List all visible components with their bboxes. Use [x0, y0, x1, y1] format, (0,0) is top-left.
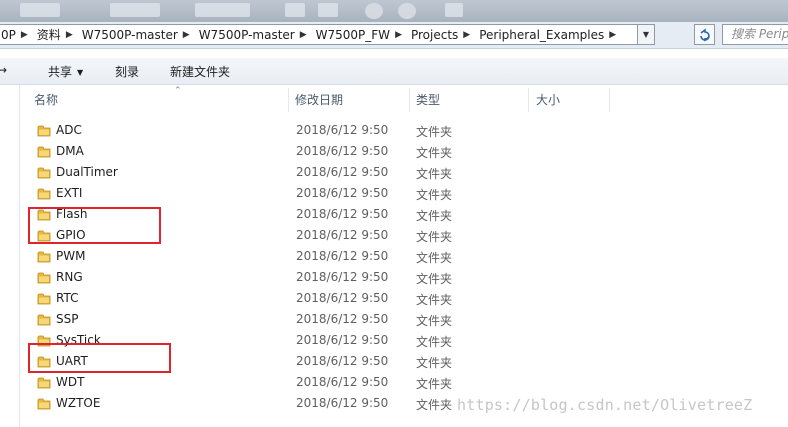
column-divider[interactable] — [609, 88, 610, 112]
file-type: 文件夹 — [416, 335, 453, 349]
file-type: 文件夹 — [416, 293, 453, 307]
breadcrumb-item[interactable]: W7500P_FW — [312, 28, 394, 42]
burn-button[interactable]: 刻录 — [115, 63, 139, 80]
file-name[interactable]: WZTOE — [56, 396, 100, 410]
command-toolbar: → 共享 ▼ 刻录 新建文件夹 — [0, 58, 788, 85]
folder-icon — [37, 314, 51, 326]
address-history-dropdown-icon[interactable]: ▼ — [637, 24, 655, 45]
breadcrumb-chevron-icon[interactable]: ▶ — [608, 30, 621, 40]
file-type: 文件夹 — [416, 398, 453, 412]
column-name[interactable]: 名称 — [34, 88, 284, 112]
file-date: 2018/6/12 9:50 — [296, 312, 389, 326]
folder-icon — [37, 125, 51, 137]
highlight-box-flash-gpio — [28, 207, 161, 244]
folder-icon — [37, 398, 51, 410]
breadcrumb-item[interactable]: 资料 — [33, 26, 65, 43]
folder-icon — [37, 188, 51, 200]
address-bar[interactable]: 0P ▶ 资料 ▶ W7500P-master ▶ W7500P-master ▶ W7… — [0, 24, 638, 45]
breadcrumb-chevron-icon[interactable]: ▶ — [65, 30, 78, 40]
file-type: 文件夹 — [416, 209, 453, 223]
file-date: 2018/6/12 9:50 — [296, 144, 389, 158]
column-header: ⌃ 名称 修改日期 类型 大小 — [20, 86, 788, 112]
folder-icon — [37, 167, 51, 179]
column-divider[interactable] — [288, 88, 289, 112]
file-date: 2018/6/12 9:50 — [296, 396, 389, 410]
file-name[interactable]: ADC — [56, 123, 82, 137]
file-type: 文件夹 — [416, 230, 453, 244]
file-row[interactable]: DualTimer 2018/6/12 9:50 文件夹 — [20, 162, 788, 183]
column-divider[interactable] — [528, 88, 529, 112]
file-date: 2018/6/12 9:50 — [296, 354, 389, 368]
chevron-down-icon: ▼ — [77, 68, 84, 77]
folder-icon — [37, 293, 51, 305]
file-row[interactable]: PWM 2018/6/12 9:50 文件夹 — [20, 246, 788, 267]
navigation-pane[interactable] — [0, 85, 20, 427]
file-name[interactable]: RNG — [56, 270, 83, 284]
watermark: https://blog.csdn.net/OlivetreeZ — [457, 396, 753, 414]
breadcrumb-item[interactable]: W7500P-master — [78, 28, 182, 42]
breadcrumb-chevron-icon[interactable]: ▶ — [394, 30, 407, 40]
file-type: 文件夹 — [416, 188, 453, 202]
file-date: 2018/6/12 9:50 — [296, 165, 389, 179]
file-name[interactable]: WDT — [56, 375, 84, 389]
file-type: 文件夹 — [416, 146, 453, 160]
file-date: 2018/6/12 9:50 — [296, 207, 389, 221]
organize-menu-partial[interactable]: → — [0, 63, 7, 77]
column-divider[interactable] — [409, 88, 410, 112]
file-row[interactable]: RTC 2018/6/12 9:50 文件夹 — [20, 288, 788, 309]
folder-icon — [37, 377, 51, 389]
breadcrumb-item[interactable]: Peripheral_Examples — [475, 28, 608, 42]
file-row[interactable]: ADC 2018/6/12 9:50 文件夹 — [20, 120, 788, 141]
file-type: 文件夹 — [416, 272, 453, 286]
file-row[interactable]: WDT 2018/6/12 9:50 文件夹 — [20, 372, 788, 393]
file-name[interactable]: SSP — [56, 312, 78, 326]
file-date: 2018/6/12 9:50 — [296, 186, 389, 200]
background-window-strip — [0, 0, 788, 22]
file-type: 文件夹 — [416, 356, 453, 370]
file-type: 文件夹 — [416, 167, 453, 181]
file-date: 2018/6/12 9:50 — [296, 228, 389, 242]
breadcrumb-chevron-icon[interactable]: ▶ — [20, 30, 33, 40]
file-type: 文件夹 — [416, 251, 453, 265]
column-size[interactable]: 大小 — [536, 88, 606, 112]
folder-icon — [37, 272, 51, 284]
breadcrumb-chevron-icon[interactable]: ▶ — [299, 30, 312, 40]
file-name[interactable]: PWM — [56, 249, 85, 263]
file-name[interactable]: EXTI — [56, 186, 82, 200]
file-date: 2018/6/12 9:50 — [296, 333, 389, 347]
file-row[interactable]: DMA 2018/6/12 9:50 文件夹 — [20, 141, 788, 162]
search-input[interactable]: 搜索 Peripheral_Examples — [722, 24, 788, 45]
file-type: 文件夹 — [416, 125, 453, 139]
share-label: 共享 — [48, 65, 73, 79]
new-folder-button[interactable]: 新建文件夹 — [170, 63, 230, 80]
file-date: 2018/6/12 9:50 — [296, 123, 389, 137]
file-date: 2018/6/12 9:50 — [296, 375, 389, 389]
column-date-modified[interactable]: 修改日期 — [295, 88, 405, 112]
folder-icon — [37, 146, 51, 158]
breadcrumb-item[interactable]: 0P — [0, 28, 20, 42]
folder-icon — [37, 251, 51, 263]
refresh-button[interactable] — [694, 24, 715, 45]
file-name[interactable]: RTC — [56, 291, 78, 305]
file-type: 文件夹 — [416, 377, 453, 391]
file-row[interactable]: SSP 2018/6/12 9:50 文件夹 — [20, 309, 788, 330]
file-row[interactable]: EXTI 2018/6/12 9:50 文件夹 — [20, 183, 788, 204]
highlight-box-uart — [28, 343, 171, 373]
file-name[interactable]: DMA — [56, 144, 84, 158]
refresh-icon — [700, 28, 710, 42]
column-type[interactable]: 类型 — [416, 88, 526, 112]
file-date: 2018/6/12 9:50 — [296, 291, 389, 305]
breadcrumb-chevron-icon[interactable]: ▶ — [182, 30, 195, 40]
share-menu-button[interactable]: 共享 ▼ — [48, 63, 83, 80]
file-type: 文件夹 — [416, 314, 453, 328]
file-date: 2018/6/12 9:50 — [296, 270, 389, 284]
file-name[interactable]: DualTimer — [56, 165, 118, 179]
breadcrumb-item[interactable]: W7500P-master — [195, 28, 299, 42]
address-bar-row: 0P ▶ 资料 ▶ W7500P-master ▶ W7500P-master ▶ W7… — [0, 22, 788, 49]
file-row[interactable]: RNG 2018/6/12 9:50 文件夹 — [20, 267, 788, 288]
breadcrumb-item[interactable]: Projects — [407, 28, 462, 42]
file-date: 2018/6/12 9:50 — [296, 249, 389, 263]
breadcrumb-chevron-icon[interactable]: ▶ — [462, 30, 475, 40]
